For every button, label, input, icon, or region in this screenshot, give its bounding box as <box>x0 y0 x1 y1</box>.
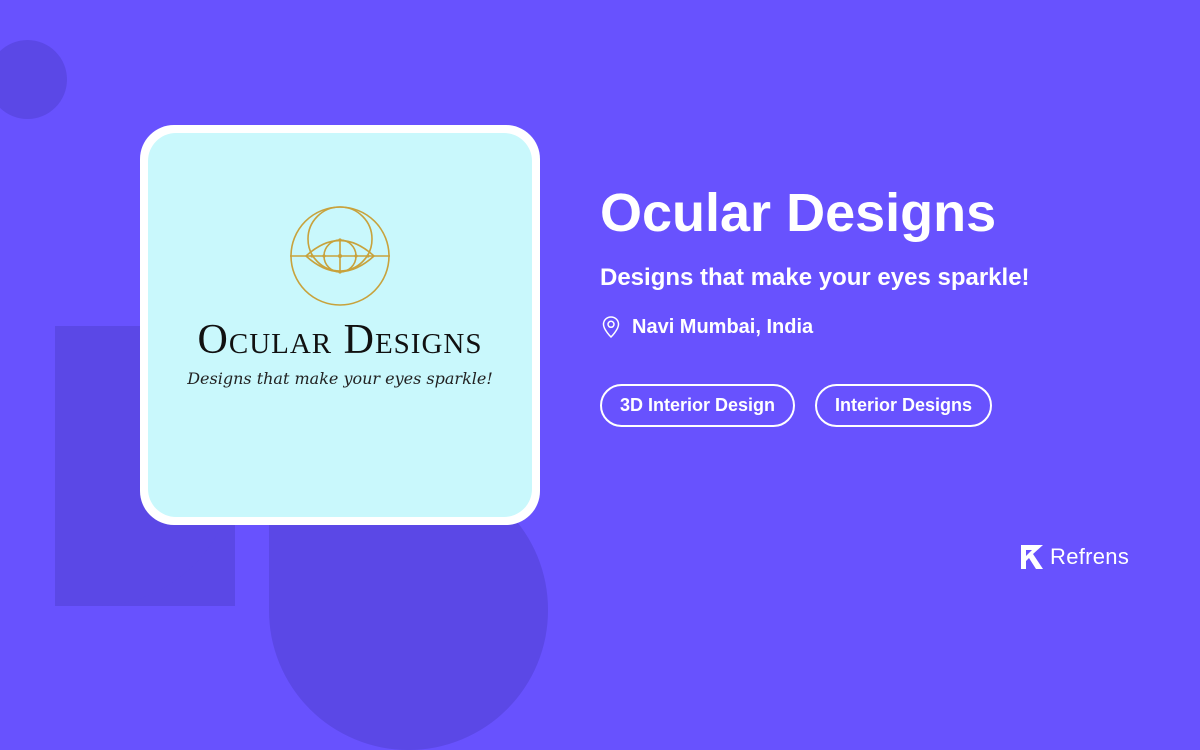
location-pin-icon <box>602 316 620 339</box>
brand-name: Refrens <box>1050 544 1130 569</box>
decorative-circle <box>0 40 67 119</box>
business-name: Ocular Designs <box>600 183 997 243</box>
refrens-logo-icon <box>1021 545 1043 569</box>
business-logo-card: Ocular Designs Designs that make your ey… <box>140 125 540 525</box>
service-tags: 3D Interior Design Interior Designs <box>600 384 993 427</box>
tag-interior-designs[interactable]: Interior Designs <box>815 384 993 427</box>
tag-3d-interior-design[interactable]: 3D Interior Design <box>600 384 796 427</box>
logo-wordmark: Ocular Designs <box>197 317 483 363</box>
business-logo: Ocular Designs Designs that make your ey… <box>148 133 532 517</box>
location-text: Navi Mumbai, India <box>632 315 814 338</box>
business-location: Navi Mumbai, India <box>600 315 813 339</box>
business-tagline: Designs that make your eyes sparkle! <box>600 264 1030 291</box>
refrens-brand[interactable]: Refrens <box>1020 544 1129 570</box>
logo-tagline: Designs that make your eyes sparkle! <box>187 369 493 388</box>
